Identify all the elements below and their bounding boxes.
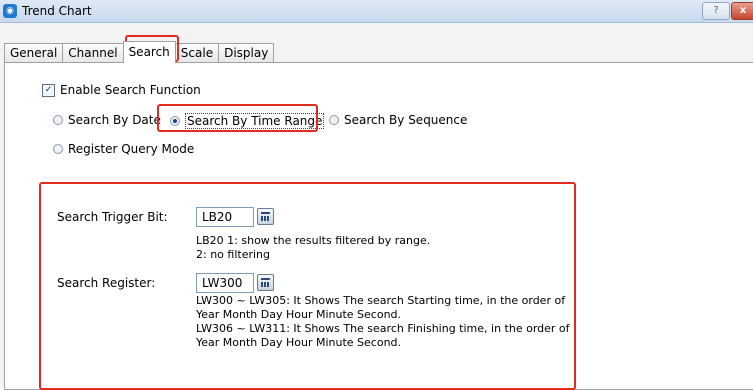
tab-display[interactable]: Display xyxy=(218,43,275,63)
calculator-icon[interactable] xyxy=(257,274,274,291)
radio-icon xyxy=(53,144,63,154)
window-title: Trend Chart xyxy=(22,4,92,18)
radio-icon xyxy=(329,115,339,125)
tab-scale[interactable]: Scale xyxy=(174,43,220,63)
help-button[interactable]: ? xyxy=(702,2,730,20)
enable-search-checkbox[interactable]: ✓ Enable Search Function xyxy=(42,83,201,97)
checkbox-checked-icon: ✓ xyxy=(42,83,55,97)
radio-label: Register Query Mode xyxy=(68,142,195,156)
radio-search-by-time-range[interactable]: Search By Time Range xyxy=(170,113,325,129)
dialog-body: General Channel Search Scale Display ✓ E… xyxy=(0,23,753,390)
tab-channel[interactable]: Channel xyxy=(62,43,124,63)
title-bar: ◉ Trend Chart ? x xyxy=(0,0,753,23)
radio-search-by-sequence[interactable]: Search By Sequence xyxy=(329,113,467,127)
tab-general[interactable]: General xyxy=(4,43,64,63)
tab-search[interactable]: Search xyxy=(122,41,176,63)
description-line: Year Month Day Hour Minute Second. xyxy=(196,308,402,321)
search-trigger-bit-description: LB20 1: show the results filtered by ran… xyxy=(196,234,430,262)
radio-label: Search By Date xyxy=(68,113,161,127)
radio-label: Search By Time Range xyxy=(185,113,325,129)
radio-register-query-mode[interactable]: Register Query Mode xyxy=(53,142,194,156)
search-register-field[interactable]: LW300 xyxy=(196,273,254,293)
search-trigger-bit-label: Search Trigger Bit: xyxy=(57,210,168,224)
enable-search-label: Enable Search Function xyxy=(60,83,201,97)
search-trigger-bit-field[interactable]: LB20 xyxy=(196,207,254,227)
tab-bar: General Channel Search Scale Display xyxy=(4,41,275,63)
radio-selected-icon xyxy=(170,116,180,126)
radio-label: Search By Sequence xyxy=(344,113,468,127)
radio-icon xyxy=(53,115,63,125)
search-register-label: Search Register: xyxy=(57,276,156,290)
app-icon: ◉ xyxy=(3,4,17,18)
search-panel: ✓ Enable Search Function Search By Date … xyxy=(4,62,753,390)
description-line: LB20 1: show the results filtered by ran… xyxy=(196,234,431,247)
description-line: LW306 ~ LW311: It Shows The search Finis… xyxy=(196,322,570,335)
radio-search-by-date[interactable]: Search By Date xyxy=(53,113,161,127)
description-line: 2: no filtering xyxy=(196,248,270,261)
search-register-description: LW300 ~ LW305: It Shows The search Start… xyxy=(196,294,570,350)
calculator-icon[interactable] xyxy=(257,208,274,225)
description-line: LW300 ~ LW305: It Shows The search Start… xyxy=(196,294,566,307)
close-button[interactable]: x xyxy=(731,2,753,20)
description-line: Year Month Day Hour Minute Second. xyxy=(196,336,402,349)
